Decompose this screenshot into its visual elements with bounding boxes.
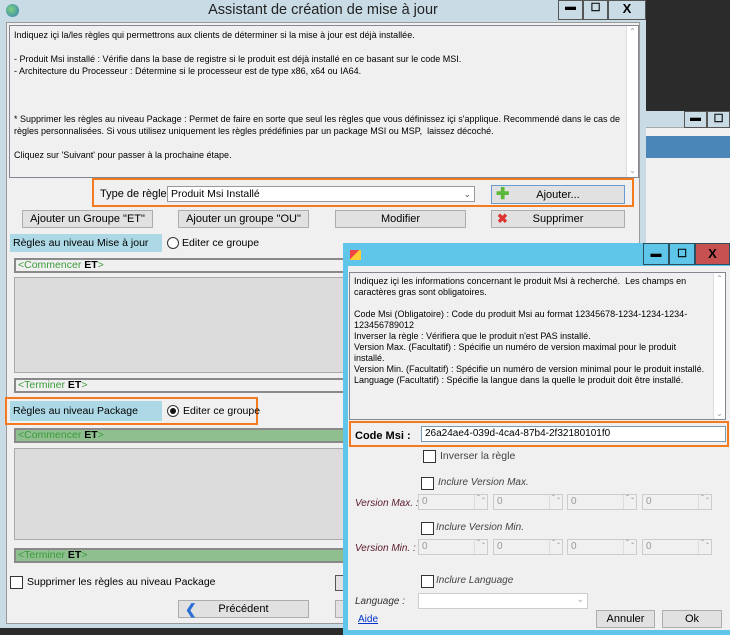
package-group-radio[interactable] (167, 405, 179, 417)
suppress-package-rules-label: Supprimer les règles au niveau Package (27, 576, 216, 588)
description-textbox[interactable]: Indiquez içi la/les règles qui permettro… (9, 25, 639, 178)
version-min-spinner-4[interactable]: 0 (642, 539, 712, 555)
dialog-description-text: Indiquez içi les informations concernant… (354, 276, 705, 385)
bg-minimize-button[interactable]: ▬ (684, 111, 707, 128)
version-max-spinner-1[interactable]: 0 (418, 494, 488, 510)
dialog-close-button[interactable]: X (695, 243, 730, 265)
include-max-checkbox[interactable] (421, 477, 434, 490)
close-button[interactable]: X (608, 0, 646, 20)
include-language-checkbox[interactable] (421, 575, 434, 588)
window-title: Assistant de création de mise à jour (208, 2, 438, 18)
dialog-scrollbar[interactable]: ⌃ ⌄ (713, 273, 725, 419)
minimize-button[interactable]: ▬ (558, 0, 583, 20)
rule-type-value: Produit Msi Installé (171, 188, 260, 200)
maximize-button[interactable]: ☐ (583, 0, 608, 20)
suppress-package-rules-checkbox[interactable] (10, 576, 23, 589)
dialog-maximize-button[interactable]: ☐ (669, 243, 695, 265)
version-min-label: Version Min. : (355, 543, 416, 554)
help-link[interactable]: Aide (358, 614, 378, 625)
plus-icon: ✚ (496, 186, 510, 203)
delete-button[interactable]: ✖ Supprimer (491, 210, 625, 228)
version-min-spinner-3[interactable]: 0 (567, 539, 637, 555)
rule-type-select[interactable]: Produit Msi Installé ⌄ (167, 186, 475, 202)
language-label: Language : (355, 596, 406, 607)
update-group-label: Règles au niveau Mise à jour (10, 234, 162, 252)
version-max-spinner-4[interactable]: 0 (642, 494, 712, 510)
description-scrollbar[interactable]: ⌃ ⌄ (626, 26, 638, 177)
version-min-spinner-1[interactable]: 0 (418, 539, 488, 555)
dialog-description-textbox[interactable]: Indiquez içi les informations concernant… (349, 272, 726, 420)
version-max-label: Version Max. : (355, 498, 419, 509)
dialog-minimize-button[interactable]: ▬ (643, 243, 669, 265)
add-rule-button[interactable]: ✚ Ajouter... (491, 185, 625, 204)
code-msi-input[interactable]: 26a24ae4-039d-4ca4-87b4-2f32180101f0 (421, 426, 726, 442)
package-group-radio-label: Editer ce groupe (183, 405, 261, 417)
dialog-body: Indiquez içi les informations concernant… (348, 266, 730, 630)
include-min-label: Inclure Version Min. (436, 522, 524, 533)
invert-rule-label: Inverser la règle (440, 450, 516, 462)
description-text: Indiquez içi la/les règles qui permettro… (14, 30, 621, 160)
cancel-button[interactable]: Annuler (596, 610, 655, 628)
delete-x-icon: ✖ (497, 211, 508, 226)
include-min-checkbox[interactable] (421, 522, 434, 535)
chevron-left-icon: ❮ (185, 600, 197, 617)
add-or-group-button[interactable]: Ajouter un groupe "OU" (178, 210, 309, 228)
bg-maximize-button[interactable]: ☐ (707, 111, 730, 128)
dialog-icon (350, 250, 361, 260)
version-min-spinner-2[interactable]: 0 (493, 539, 563, 555)
version-max-spinner-3[interactable]: 0 (567, 494, 637, 510)
language-select[interactable]: ⌄ (418, 593, 588, 609)
modify-button[interactable]: Modifier (335, 210, 466, 228)
msi-dialog: ▬ ☐ X Indiquez içi les informations conc… (343, 243, 730, 635)
update-group-radio-label: Editer ce groupe (182, 237, 260, 249)
add-and-group-button[interactable]: Ajouter un Groupe "ET" (22, 210, 153, 228)
code-msi-label: Code Msi : (355, 430, 411, 442)
ok-button[interactable]: Ok (662, 610, 722, 628)
chevron-down-icon: ⌄ (576, 594, 584, 604)
previous-button[interactable]: ❮ Précédent (178, 600, 309, 618)
rule-type-label: Type de règle : (100, 188, 173, 200)
include-max-label: Inclure Version Max. (438, 477, 529, 488)
chevron-down-icon: ⌄ (463, 189, 471, 199)
package-group-label: Règles au niveau Package (10, 401, 162, 421)
include-language-label: Inclure Language (436, 575, 514, 586)
update-group-radio[interactable] (167, 237, 179, 249)
version-max-spinner-2[interactable]: 0 (493, 494, 563, 510)
invert-rule-checkbox[interactable] (423, 450, 436, 463)
